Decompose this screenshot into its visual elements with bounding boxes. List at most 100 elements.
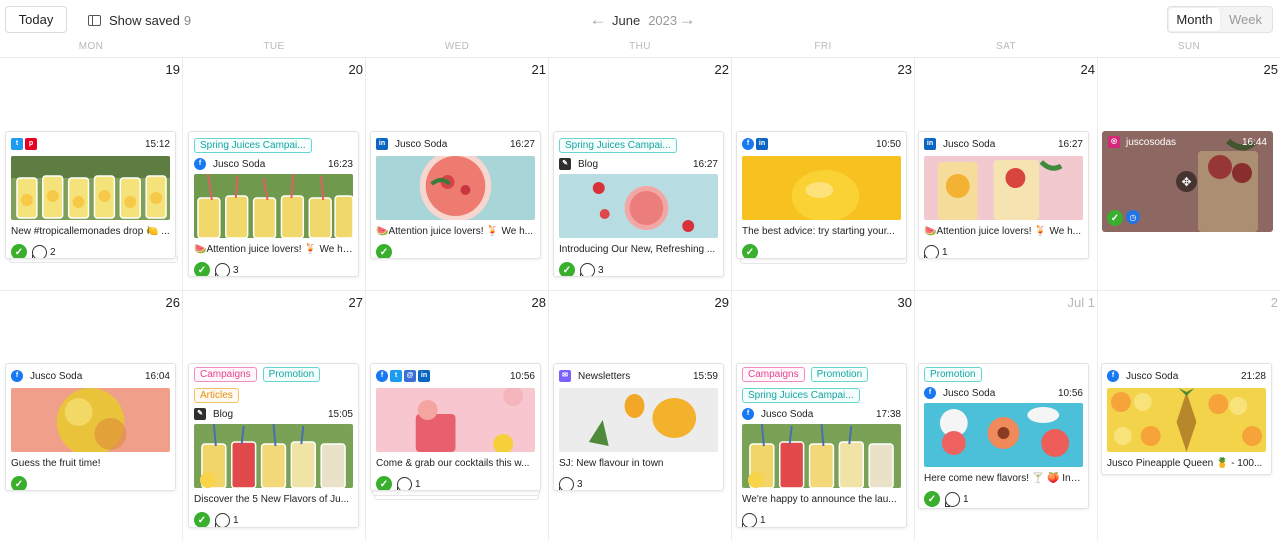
post-caption: 🍉Attention juice lovers! 🍹 We ha... bbox=[194, 244, 353, 255]
label-tag[interactable]: Promotion bbox=[924, 367, 982, 382]
post-caption: Here come new flavors! 🍸 🍑 Intr... bbox=[924, 473, 1083, 484]
post-card[interactable]: f t @ in 10:56 Come & grab our cocktails th… bbox=[370, 363, 541, 491]
day-number: Jul 1 bbox=[1067, 295, 1095, 310]
day-number: 28 bbox=[531, 295, 546, 310]
label-tag[interactable]: Spring Juices Campai... bbox=[194, 138, 312, 153]
day-number: 25 bbox=[1263, 62, 1278, 77]
day-number: 26 bbox=[165, 295, 180, 310]
account-name: Jusco Soda bbox=[213, 158, 266, 170]
comments-count[interactable]: 3 bbox=[215, 262, 239, 276]
comments-count[interactable]: 1 bbox=[924, 244, 948, 258]
post-card[interactable]: Spring Juices Campai... ✎ Blog 16:27 Intr… bbox=[553, 131, 724, 277]
approved-check-icon: ✓ bbox=[376, 244, 392, 258]
post-footer: ✓ 3 bbox=[559, 262, 718, 276]
comments-count[interactable]: 1 bbox=[945, 491, 969, 507]
post-header: f Jusco Soda 21:28 bbox=[1107, 364, 1266, 388]
day-number: 21 bbox=[531, 62, 546, 77]
dragging-post-card[interactable]: ◎ juscosodas 16:44 ✥ ✓ ◷ bbox=[1102, 131, 1273, 232]
post-card[interactable]: in Jusco Soda 16:27 🍉Attention juice love… bbox=[370, 131, 541, 259]
show-saved-toggle[interactable]: Show saved 9 bbox=[88, 12, 191, 28]
label-tag[interactable]: Articles bbox=[194, 388, 239, 403]
post-card[interactable]: tp 15:12 New #tropicallemonades drop 🍋 .… bbox=[5, 131, 176, 259]
approved-check-icon: ✓ bbox=[194, 262, 210, 276]
today-button[interactable]: Today bbox=[5, 6, 67, 33]
post-header: in Jusco Soda 16:27 bbox=[376, 132, 535, 156]
label-tag[interactable]: Campaigns bbox=[194, 367, 257, 382]
post-footer: 1 bbox=[742, 512, 901, 527]
post-time: 16:04 bbox=[144, 370, 170, 382]
approved-check-icon: ✓ bbox=[376, 476, 392, 490]
post-footer: ✓ 1 bbox=[194, 512, 353, 527]
label-tag[interactable]: Spring Juices Campai... bbox=[742, 388, 860, 403]
comments-count[interactable]: 1 bbox=[215, 512, 239, 527]
comments-count[interactable]: 1 bbox=[742, 512, 766, 527]
weekday-label: FRI bbox=[814, 41, 832, 52]
post-card[interactable]: Spring Juices Campai... f Jusco Soda 16:2… bbox=[188, 131, 359, 277]
post-caption: SJ: New flavour in town bbox=[559, 458, 664, 469]
weekday-label: SUN bbox=[1177, 41, 1201, 52]
comments-count[interactable]: 3 bbox=[580, 262, 604, 276]
linkedin-icon: in bbox=[924, 138, 936, 150]
post-card[interactable]: f Jusco Soda 16:04 Guess the fruit time! … bbox=[5, 363, 176, 491]
weekday-label: SAT bbox=[996, 41, 1016, 52]
approved-check-icon: ✓ bbox=[11, 244, 27, 258]
post-time: 10:56 bbox=[509, 370, 535, 382]
day-number: 29 bbox=[714, 295, 729, 310]
post-card[interactable]: ✉ Newsletters 15:59 SJ: New flavour in to… bbox=[553, 363, 724, 491]
post-card[interactable]: in Jusco Soda 16:27 🍉Attention juice love… bbox=[918, 131, 1089, 259]
post-labels: Spring Juices Campai... bbox=[559, 138, 718, 153]
post-image bbox=[1107, 388, 1266, 452]
facebook-icon: f bbox=[194, 158, 206, 170]
post-footer: ✓ 1 bbox=[924, 491, 1083, 507]
comment-icon bbox=[397, 476, 412, 490]
comment-icon bbox=[559, 476, 574, 490]
comments-count[interactable]: 1 bbox=[397, 476, 421, 490]
post-header: f Jusco Soda 16:04 bbox=[11, 364, 170, 388]
facebook-icon: f bbox=[11, 370, 23, 382]
drag-handle-icon[interactable]: ✥ bbox=[1176, 171, 1197, 192]
post-labels: Campaigns Promotion Articles bbox=[194, 367, 353, 403]
comments-count[interactable]: 3 bbox=[559, 476, 583, 490]
post-image bbox=[559, 174, 718, 238]
post-caption: We're happy to announce the lau... bbox=[742, 494, 897, 505]
facebook-icon: f bbox=[742, 408, 754, 420]
post-card[interactable]: Campaigns Promotion Spring Juices Campai… bbox=[736, 363, 907, 528]
post-caption: 🍉Attention juice lovers! 🍹 We h... bbox=[376, 226, 534, 237]
linkedin-icon: in bbox=[418, 370, 430, 382]
post-footer: ✓ bbox=[376, 244, 535, 258]
post-image bbox=[376, 388, 535, 452]
post-card[interactable]: Campaigns Promotion Articles ✎ Blog 15:05… bbox=[188, 363, 359, 528]
post-card[interactable]: f in 10:50 The best advice: try starting … bbox=[736, 131, 907, 259]
comment-icon bbox=[215, 512, 230, 527]
account-name: Newsletters bbox=[578, 370, 631, 382]
label-tag[interactable]: Promotion bbox=[810, 367, 869, 382]
post-image bbox=[559, 388, 718, 452]
comment-icon bbox=[742, 512, 757, 527]
view-switcher: Month Week bbox=[1167, 6, 1273, 33]
comments-count[interactable]: 2 bbox=[32, 244, 56, 258]
approved-check-icon: ✓ bbox=[742, 244, 758, 258]
label-tag[interactable]: Campaigns bbox=[742, 367, 805, 382]
label-tag[interactable]: Spring Juices Campai... bbox=[559, 138, 677, 153]
post-time: 21:28 bbox=[1240, 370, 1266, 382]
threads-icon: @ bbox=[404, 370, 416, 382]
calendar-toolbar: Today Show saved 9 ← June 2023 → Month W… bbox=[0, 0, 1280, 40]
post-card[interactable]: Promotion f Jusco Soda 10:56 Here come ne… bbox=[918, 363, 1089, 509]
post-caption: 🍉Attention juice lovers! 🍹 We h... bbox=[924, 226, 1082, 237]
account-name: Jusco Soda bbox=[943, 138, 996, 150]
day-number: 19 bbox=[165, 62, 180, 77]
label-tag[interactable]: Promotion bbox=[262, 367, 321, 382]
month-view-button[interactable]: Month bbox=[1169, 8, 1220, 31]
scheduled-clock-icon: ◷ bbox=[1126, 210, 1140, 224]
post-header: tp 15:12 bbox=[11, 132, 170, 156]
post-status-badges: ✓ ◷ bbox=[1107, 210, 1140, 226]
week-view-button[interactable]: Week bbox=[1220, 8, 1271, 31]
month-navigator: ← June 2023 → bbox=[588, 10, 697, 30]
approved-check-icon: ✓ bbox=[559, 262, 575, 276]
weekday-header-row: MON TUE WED THU FRI SAT SUN bbox=[0, 41, 1280, 57]
post-card[interactable]: f Jusco Soda 21:28 Jusco Pineapple Queen … bbox=[1101, 363, 1272, 475]
previous-month-arrow-icon[interactable]: ← bbox=[588, 11, 608, 29]
post-header: f t @ in 10:56 bbox=[376, 364, 535, 388]
next-month-arrow-icon[interactable]: → bbox=[677, 11, 697, 29]
weekday-label: WED bbox=[444, 41, 470, 52]
